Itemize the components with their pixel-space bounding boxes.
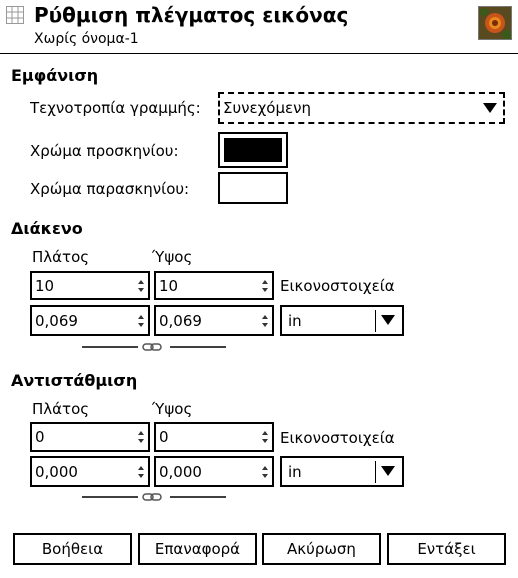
- line-style-value: Συνεχόμενη: [223, 99, 312, 117]
- grid-icon: [6, 6, 24, 24]
- spacing-section-title: Διάκενο: [11, 219, 83, 238]
- offset-height-px-input[interactable]: 0: [154, 422, 274, 452]
- line-style-label: Τεχνοτροπία γραμμής:: [30, 99, 201, 117]
- fg-color-swatch: [224, 138, 282, 162]
- spinner-arrows-icon[interactable]: [258, 424, 272, 450]
- offset-width-in-input[interactable]: 0,000: [30, 456, 150, 487]
- fg-color-label: Χρώμα προσκηνίου:: [30, 142, 179, 160]
- spinner-arrows-icon[interactable]: [258, 273, 272, 298]
- spinner-arrows-icon[interactable]: [258, 307, 272, 334]
- offset-width-label: Πλάτος: [32, 400, 90, 418]
- spacing-height-px-input[interactable]: 10: [154, 271, 274, 300]
- spacing-width-label: Πλάτος: [32, 248, 90, 266]
- offset-pixels-label: Εικονοστοιχεία: [280, 429, 395, 447]
- offset-unit-combo[interactable]: in: [280, 456, 404, 487]
- cancel-button[interactable]: Ακύρωση: [262, 533, 381, 565]
- spinner-arrows-icon[interactable]: [134, 458, 148, 485]
- image-thumbnail: [478, 6, 512, 40]
- chain-icon: [142, 493, 162, 501]
- dialog-title: Ρύθμιση πλέγματος εικόνας: [34, 3, 349, 27]
- offset-section-title: Αντιστάθμιση: [11, 371, 138, 390]
- offset-height-in-input[interactable]: 0,000: [154, 456, 274, 487]
- bg-color-label: Χρώμα παρασκηνίου:: [30, 180, 190, 198]
- dialog-header: Ρύθμιση πλέγματος εικόνας Χωρίς όνομα-1: [0, 0, 518, 52]
- spacing-pixels-label: Εικονοστοιχεία: [280, 277, 395, 295]
- fg-color-button[interactable]: [218, 132, 288, 168]
- offset-height-label: Ύψος: [152, 400, 193, 418]
- line-style-combo[interactable]: Συνεχόμενη: [218, 92, 505, 124]
- spacing-height-label: Ύψος: [152, 248, 193, 266]
- chevron-down-icon: [380, 463, 396, 481]
- spinner-arrows-icon[interactable]: [134, 424, 148, 450]
- ok-button[interactable]: Εντάξει: [387, 533, 506, 565]
- spinner-arrows-icon[interactable]: [134, 307, 148, 334]
- image-name: Χωρίς όνομα-1: [34, 31, 139, 47]
- reset-button[interactable]: Επαναφορά: [138, 533, 257, 565]
- offset-width-px-input[interactable]: 0: [30, 422, 150, 452]
- appearance-section-title: Εμφάνιση: [11, 66, 99, 85]
- chevron-down-icon: [380, 312, 396, 330]
- spacing-chain-link[interactable]: [82, 341, 226, 353]
- help-button[interactable]: Βοήθεια: [13, 533, 132, 565]
- spacing-width-in-input[interactable]: 0,069: [30, 305, 150, 336]
- bg-color-button[interactable]: [218, 172, 288, 204]
- chevron-down-icon: [479, 97, 501, 119]
- offset-chain-link[interactable]: [82, 491, 226, 503]
- spacing-unit-combo[interactable]: in: [280, 305, 404, 336]
- bg-color-swatch: [224, 178, 282, 198]
- header-separator: [0, 53, 518, 54]
- spacing-height-in-input[interactable]: 0,069: [154, 305, 274, 336]
- spinner-arrows-icon[interactable]: [258, 458, 272, 485]
- spinner-arrows-icon[interactable]: [134, 273, 148, 298]
- chain-icon: [142, 343, 162, 351]
- spacing-width-px-input[interactable]: 10: [30, 271, 150, 300]
